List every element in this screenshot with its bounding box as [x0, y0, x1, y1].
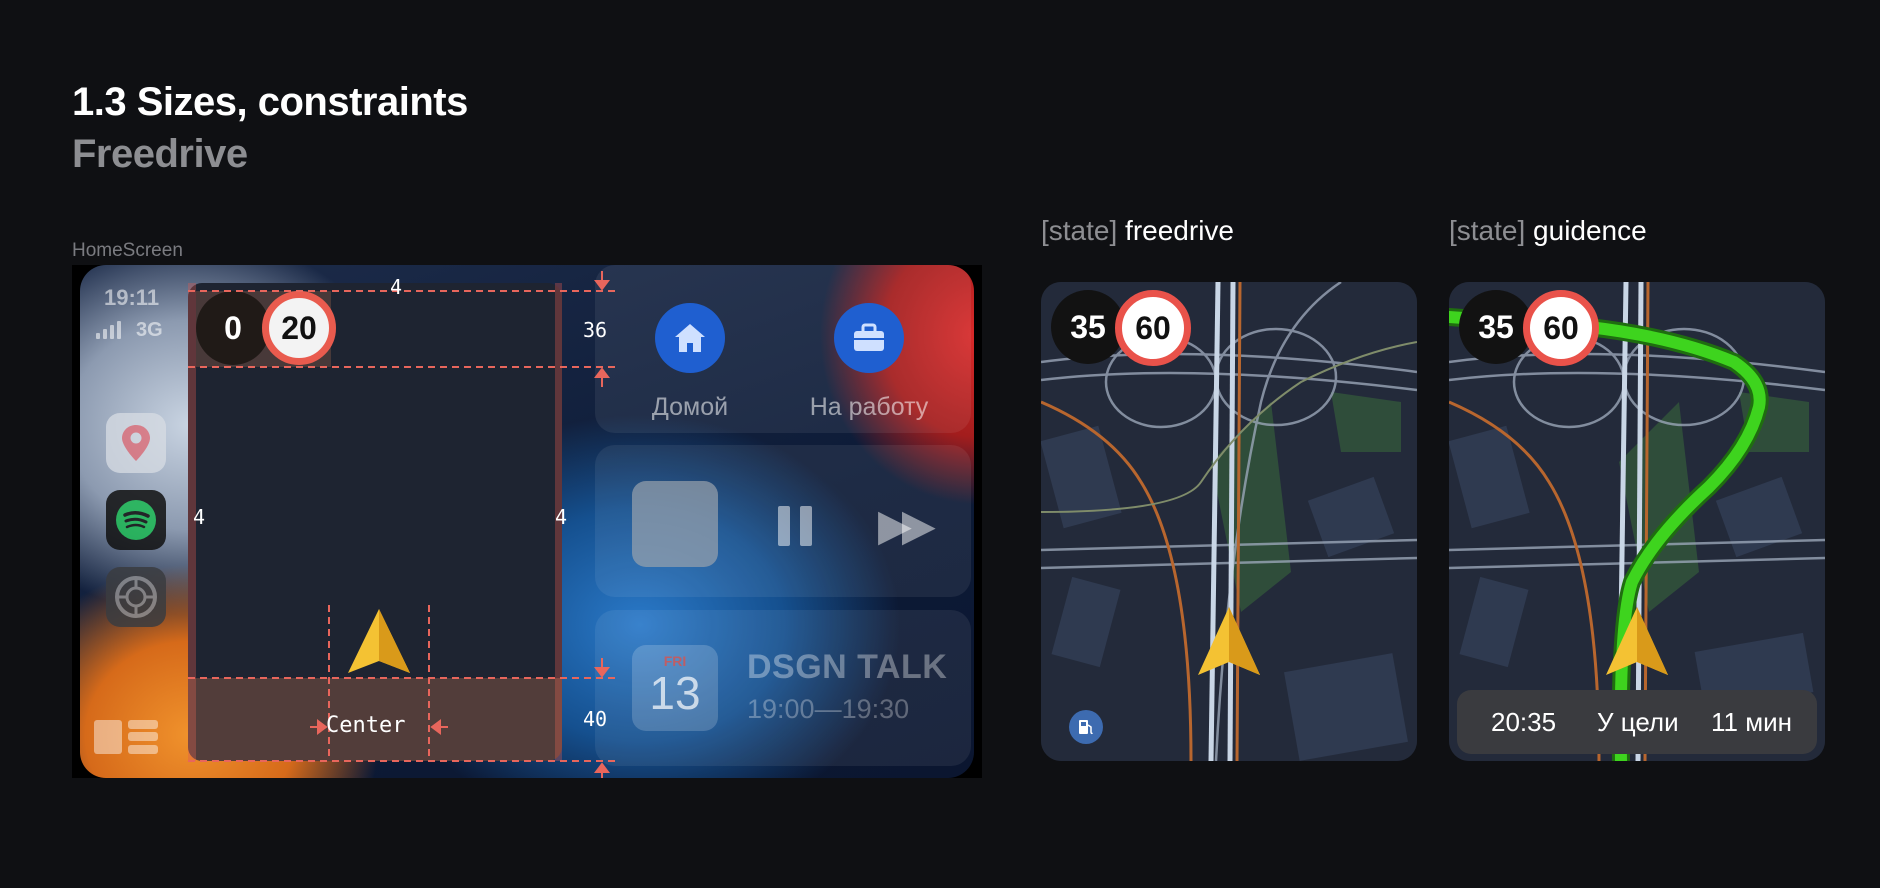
eta-arrival-time: 20:35: [1491, 707, 1557, 737]
pause-icon[interactable]: [778, 506, 816, 546]
dim-top: 4: [390, 275, 403, 299]
destination-home-label: Домой: [651, 393, 729, 421]
dim-top-zone: 36: [583, 318, 608, 342]
network-type: 3G: [136, 319, 163, 341]
destinations-widget: Домой На работу: [595, 265, 971, 433]
page-title: 1.3 Sizes, constraints: [72, 80, 468, 124]
state-prefix: [state]: [1449, 215, 1526, 246]
media-widget: ▶▶: [595, 445, 971, 597]
speed-limit-sign: 60: [1523, 290, 1599, 366]
album-art[interactable]: [632, 481, 718, 567]
calendar-widget[interactable]: FRI 13 DSGN TALK 19:00—19:30: [595, 610, 971, 766]
center-label: Center: [326, 713, 406, 738]
destination-home[interactable]: Домой: [615, 303, 765, 422]
current-speed: 0: [196, 291, 270, 365]
briefcase-icon: [834, 303, 904, 373]
current-speed: 35: [1051, 290, 1125, 364]
eta-duration: 11 мин: [1711, 707, 1792, 737]
state-name: freedrive: [1125, 215, 1234, 246]
speed-limit-sign: 60: [1115, 290, 1191, 366]
dim-right: 4: [555, 505, 568, 529]
event-title: DSGN TALK: [747, 648, 948, 686]
fuel-station-icon[interactable]: [1069, 710, 1103, 744]
dashboard-grid-icon[interactable]: [94, 720, 158, 754]
event-time: 19:00—19:30: [747, 694, 910, 724]
homescreen-preview: 19:11 3G Домой На работу ▶▶ FRI 13 DSGN …: [72, 265, 982, 778]
dim-left: 4: [193, 505, 206, 529]
eta-panel[interactable]: 20:35 У цели 11 мин: [1457, 690, 1817, 754]
guidance-map-card[interactable]: 35 60 20:35 У цели 11 мин: [1449, 282, 1825, 761]
eta-destination: У цели: [1597, 707, 1679, 737]
page-subtitle: Freedrive: [72, 132, 248, 176]
calendar-date-box: FRI 13: [632, 645, 718, 731]
speed-limit-sign: 20: [262, 291, 336, 365]
maps-app-icon[interactable]: [106, 413, 166, 473]
state-name: guidence: [1533, 215, 1647, 246]
homescreen-label: HomeScreen: [72, 240, 183, 261]
current-speed: 35: [1459, 290, 1533, 364]
fast-forward-icon[interactable]: ▶▶: [878, 504, 936, 548]
calendar-date: 13: [649, 667, 701, 719]
destination-work-label: На работу: [809, 393, 929, 421]
status-time: 19:11: [104, 285, 160, 310]
settings-app-icon[interactable]: [106, 567, 166, 627]
speed-indicator: 0 20: [196, 291, 341, 365]
spotify-app-icon[interactable]: [106, 490, 166, 550]
signal-strength-icon: [96, 319, 121, 339]
state-prefix: [state]: [1041, 215, 1118, 246]
freedrive-map-card[interactable]: 35 60: [1041, 282, 1417, 761]
home-icon: [655, 303, 725, 373]
destination-work[interactable]: На работу: [794, 303, 944, 422]
state-guidance-label: [state] guidence: [1449, 215, 1647, 247]
dim-bottom-zone: 40: [583, 707, 608, 731]
calendar-day: FRI: [663, 653, 687, 669]
state-freedrive-label: [state] freedrive: [1041, 215, 1234, 247]
